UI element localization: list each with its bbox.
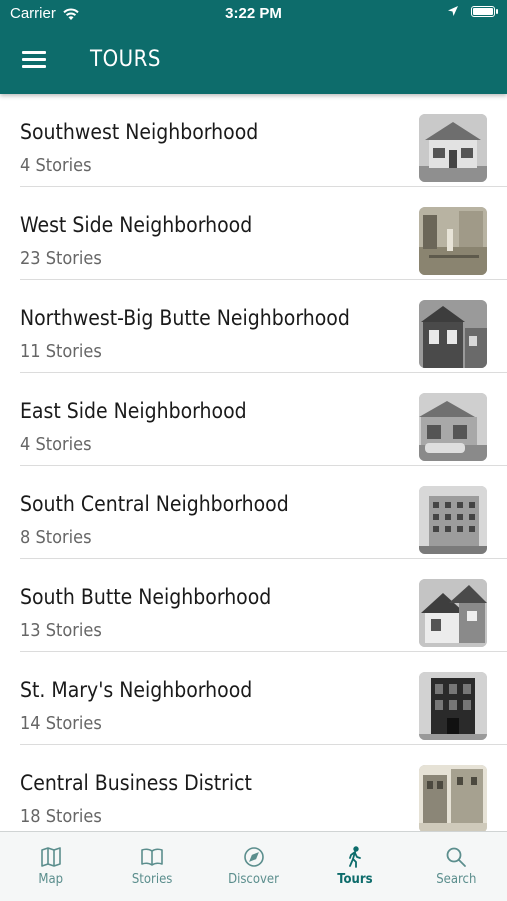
tab-label: Map	[38, 872, 64, 887]
tour-row[interactable]: St. Mary's Neighborhood 14 Stories	[0, 652, 507, 745]
tour-title: South Butte Neighborhood	[20, 585, 272, 609]
tours-list[interactable]: Southwest Neighborhood 4 Stories West Si…	[0, 94, 507, 831]
tour-title: Northwest-Big Butte Neighborhood	[20, 306, 350, 330]
tour-story-count: 11 Stories	[20, 341, 102, 362]
tab-label: Discover	[228, 872, 279, 887]
compass-icon	[243, 847, 264, 867]
search-icon	[446, 847, 467, 867]
status-time: 3:22 PM	[225, 5, 282, 22]
tab-bar: Map Stories Discover Tours Search	[0, 831, 507, 901]
tour-row[interactable]: Southwest Neighborhood 4 Stories	[0, 94, 507, 187]
tour-thumbnail	[419, 765, 487, 831]
tour-row[interactable]: West Side Neighborhood 23 Stories	[0, 187, 507, 280]
tour-title: Southwest Neighborhood	[20, 120, 259, 144]
tour-row[interactable]: Central Business District 18 Stories	[0, 745, 507, 831]
tab-stories[interactable]: Stories	[101, 832, 202, 901]
tour-thumbnail	[419, 486, 487, 554]
status-bar: Carrier 3:22 PM	[0, 0, 507, 28]
tour-thumbnail	[419, 672, 487, 740]
tour-thumbnail	[419, 579, 487, 647]
tour-title: St. Mary's Neighborhood	[20, 678, 253, 702]
tour-title: East Side Neighborhood	[20, 399, 247, 423]
tour-story-count: 14 Stories	[20, 713, 102, 734]
tour-row[interactable]: South Butte Neighborhood 13 Stories	[0, 559, 507, 652]
location-arrow-icon	[448, 6, 458, 16]
tab-label: Search	[436, 872, 477, 887]
book-icon	[141, 848, 163, 866]
tour-story-count: 13 Stories	[20, 620, 102, 641]
menu-icon[interactable]	[22, 48, 48, 70]
tab-search[interactable]: Search	[406, 832, 507, 901]
walking-icon	[349, 846, 361, 868]
tour-thumbnail	[419, 300, 487, 368]
tour-title: South Central Neighborhood	[20, 492, 289, 516]
tour-row[interactable]: Northwest-Big Butte Neighborhood 11 Stor…	[0, 280, 507, 373]
tour-story-count: 18 Stories	[20, 806, 102, 827]
tab-label: Tours	[337, 872, 373, 887]
tour-thumbnail	[419, 207, 487, 275]
tour-thumbnail	[419, 114, 487, 182]
tour-title: Central Business District	[20, 771, 252, 795]
tour-thumbnail	[419, 393, 487, 461]
tour-story-count: 4 Stories	[20, 434, 92, 455]
page-title: TOURS	[90, 47, 161, 72]
tour-row[interactable]: South Central Neighborhood 8 Stories	[0, 466, 507, 559]
tab-discover[interactable]: Discover	[203, 832, 304, 901]
tour-story-count: 4 Stories	[20, 155, 92, 176]
nav-bar: TOURS	[0, 28, 507, 94]
app-header: Carrier 3:22 PM TOURS	[0, 0, 507, 94]
tour-story-count: 8 Stories	[20, 527, 92, 548]
tour-story-count: 23 Stories	[20, 248, 102, 269]
map-icon	[40, 847, 61, 867]
tab-map[interactable]: Map	[0, 832, 101, 901]
tour-title: West Side Neighborhood	[20, 213, 253, 237]
tour-row[interactable]: East Side Neighborhood 4 Stories	[0, 373, 507, 466]
battery-icon	[471, 5, 498, 17]
tab-tours[interactable]: Tours	[304, 832, 405, 901]
tab-label: Stories	[131, 872, 173, 887]
